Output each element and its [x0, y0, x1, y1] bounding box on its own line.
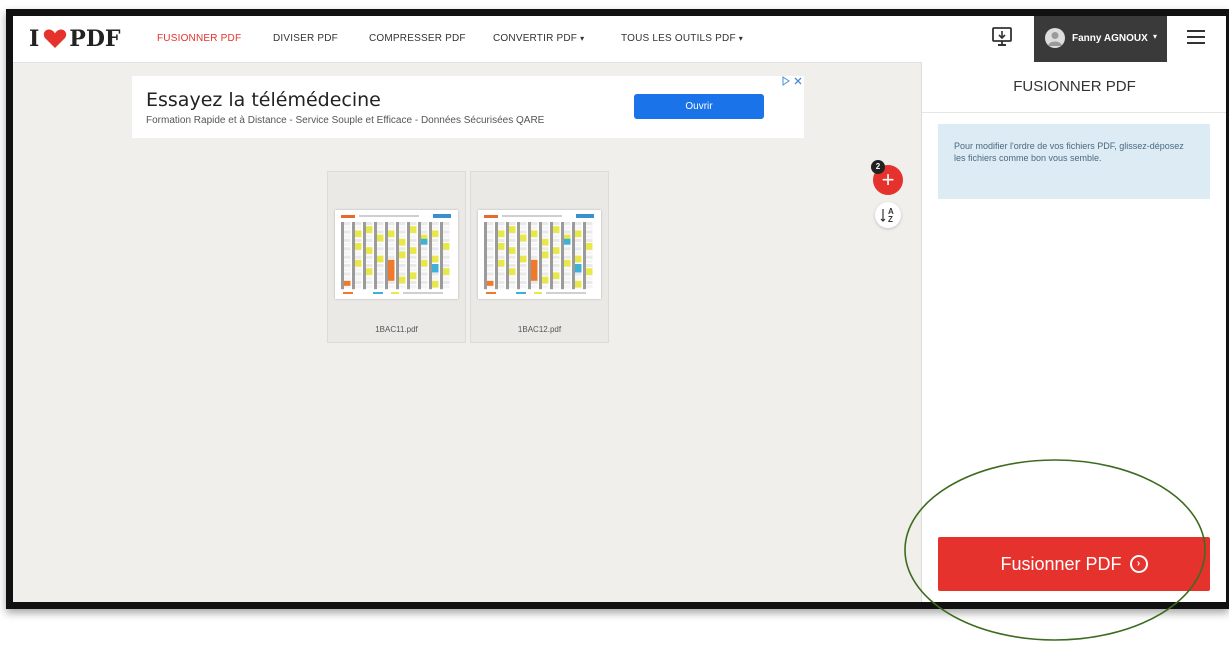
logo-word: PDF — [69, 26, 121, 52]
panel-title: FUSIONNER PDF — [922, 62, 1226, 113]
caret-down-icon: ▾ — [1153, 32, 1158, 41]
nav-fusionner-pdf[interactable]: FUSIONNER PDF — [157, 33, 241, 44]
file-name: 1BAC12.pdf — [517, 325, 562, 334]
ad-description: Formation Rapide et à Distance - Service… — [146, 115, 545, 126]
nav-label: FUSIONNER PDF — [157, 33, 242, 44]
arrow-right-circle-icon: › — [1129, 555, 1148, 573]
heart-icon — [44, 29, 67, 48]
nav-label: CONVERTIR PDF — [493, 33, 578, 44]
ilovepdf-logo[interactable]: I PDF — [29, 26, 121, 52]
file-card[interactable]: 1BAC11.pdf — [327, 171, 466, 343]
advertisement[interactable]: Essayez la télémédecine Formation Rapide… — [132, 76, 804, 138]
caret-down-icon: ▾ — [738, 34, 743, 43]
hamburger-menu-icon[interactable] — [1187, 30, 1205, 46]
top-header: I PDF FUSIONNER PDF DIVISER PDF COMPRESS… — [13, 16, 1226, 63]
user-menu[interactable]: Fanny AGNOUX ▾ — [1034, 16, 1167, 62]
nav-label: COMPRESSER PDF — [369, 33, 466, 44]
merge-pdf-button[interactable]: Fusionner PDF › — [938, 537, 1210, 591]
pdf-thumbnail — [478, 210, 601, 299]
nav-label: DIVISER PDF — [273, 33, 338, 44]
caret-down-icon: ▾ — [580, 34, 585, 43]
pdf-thumbnail — [335, 210, 458, 299]
app-window: I PDF FUSIONNER PDF DIVISER PDF COMPRESS… — [13, 16, 1226, 602]
user-name: Fanny AGNOUX — [1072, 33, 1148, 44]
nav-convertir-pdf[interactable]: CONVERTIR PDF ▾ — [493, 33, 584, 44]
ad-open-button[interactable]: Ouvrir — [634, 94, 764, 119]
logo-letter: I — [29, 26, 40, 52]
info-box: Pour modifier l'ordre de vos fichiers PD… — [938, 124, 1210, 199]
file-name: 1BAC11.pdf — [375, 325, 418, 334]
nav-tous-les-outils-pdf[interactable]: TOUS LES OUTILS PDF ▾ — [621, 33, 743, 44]
nav-compresser-pdf[interactable]: COMPRESSER PDF — [369, 33, 466, 44]
avatar — [1045, 28, 1065, 48]
desktop-download-icon[interactable] — [991, 26, 1013, 48]
merge-sidebar: FUSIONNER PDF Pour modifier l'ordre de v… — [921, 62, 1226, 602]
sort-letter-z: Z — [888, 215, 893, 224]
sort-alphabetical-button[interactable]: A Z — [875, 202, 901, 228]
merge-button-label: Fusionner PDF — [1000, 553, 1122, 574]
adchoices-icon[interactable] — [782, 76, 804, 88]
file-card[interactable]: 1BAC12.pdf — [470, 171, 609, 343]
file-count-badge: 2 — [871, 160, 885, 174]
nav-diviser-pdf[interactable]: DIVISER PDF — [273, 33, 338, 44]
nav-label: TOUS LES OUTILS PDF — [621, 33, 736, 44]
ad-title: Essayez la télémédecine — [146, 89, 381, 111]
